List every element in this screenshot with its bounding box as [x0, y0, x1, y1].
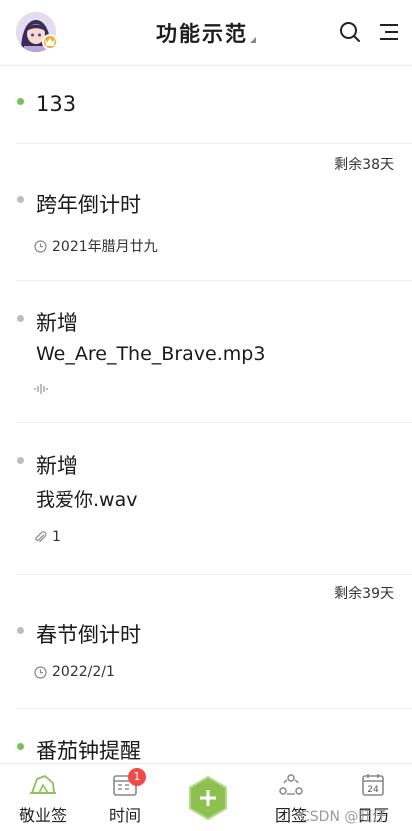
dropdown-caret-icon: [250, 37, 256, 43]
search-icon: [340, 22, 360, 42]
audio-wave-icon: [34, 384, 48, 394]
tab-label: 敬业签: [18, 806, 67, 825]
status-dot: [17, 627, 24, 634]
plus-icon: [189, 775, 227, 821]
item-title: 春节倒计时: [36, 623, 141, 647]
item-meta: 2021年腊月廿九: [34, 236, 158, 256]
status-dot: [17, 315, 24, 322]
item-meta: 2022/2/1: [34, 664, 115, 680]
menu-icon: [380, 24, 398, 40]
notification-badge: 1: [128, 768, 146, 786]
note-list[interactable]: 133 剩余38天 跨年倒计时 2021年腊月廿九 新增 We_Are_The_…: [0, 67, 412, 763]
tab-label: 时间: [108, 806, 141, 825]
status-dot: [17, 98, 24, 105]
attachment-count: 1: [52, 529, 61, 545]
page-title[interactable]: 功能示范: [156, 22, 248, 46]
app-header: 功能示范: [0, 0, 412, 66]
list-item[interactable]: 新增 我爱你.wav 1: [16, 424, 412, 575]
item-date: 2022/2/1: [52, 664, 115, 680]
notebook-icon: [30, 775, 56, 794]
remaining-days: 剩余39天: [334, 586, 394, 602]
list-item[interactable]: 番茄钟提醒: [16, 710, 412, 763]
item-meta: [34, 383, 53, 395]
paperclip-icon: [35, 530, 47, 542]
tab-time[interactable]: 1 时间: [90, 768, 160, 830]
status-dot: [17, 457, 24, 464]
menu-button[interactable]: [377, 20, 401, 44]
status-dot: [17, 743, 24, 750]
clock-icon: [34, 665, 47, 679]
calendar-day-number: 24: [367, 785, 379, 795]
calendar-icon: 24: [362, 774, 384, 796]
item-title: 新增: [36, 454, 78, 478]
add-button[interactable]: [188, 775, 228, 821]
team-icon: [279, 774, 303, 795]
item-date: 2021年腊月廿九: [52, 239, 158, 255]
item-title: 新增: [36, 311, 78, 335]
search-button[interactable]: [338, 20, 362, 44]
watermark: CSDN @旺仔: [300, 809, 387, 825]
list-item[interactable]: 新增 We_Are_The_Brave.mp3: [16, 282, 412, 423]
list-item[interactable]: 剩余38天 跨年倒计时 2021年腊月廿九: [16, 145, 412, 281]
status-dot: [17, 196, 24, 203]
clock-icon: [34, 239, 47, 253]
remaining-days: 剩余38天: [334, 157, 394, 173]
item-title: 133: [36, 92, 77, 116]
item-title: 番茄钟提醒: [36, 739, 141, 763]
item-title: 跨年倒计时: [36, 193, 141, 217]
tab-jingyeqian[interactable]: 敬业签: [8, 770, 78, 830]
item-filename: 我爱你.wav: [36, 489, 138, 511]
list-item[interactable]: 133: [16, 67, 412, 144]
list-item[interactable]: 剩余39天 春节倒计时 2022/2/1: [16, 576, 412, 709]
item-meta: 1: [34, 529, 61, 545]
item-filename: We_Are_The_Brave.mp3: [36, 343, 266, 365]
